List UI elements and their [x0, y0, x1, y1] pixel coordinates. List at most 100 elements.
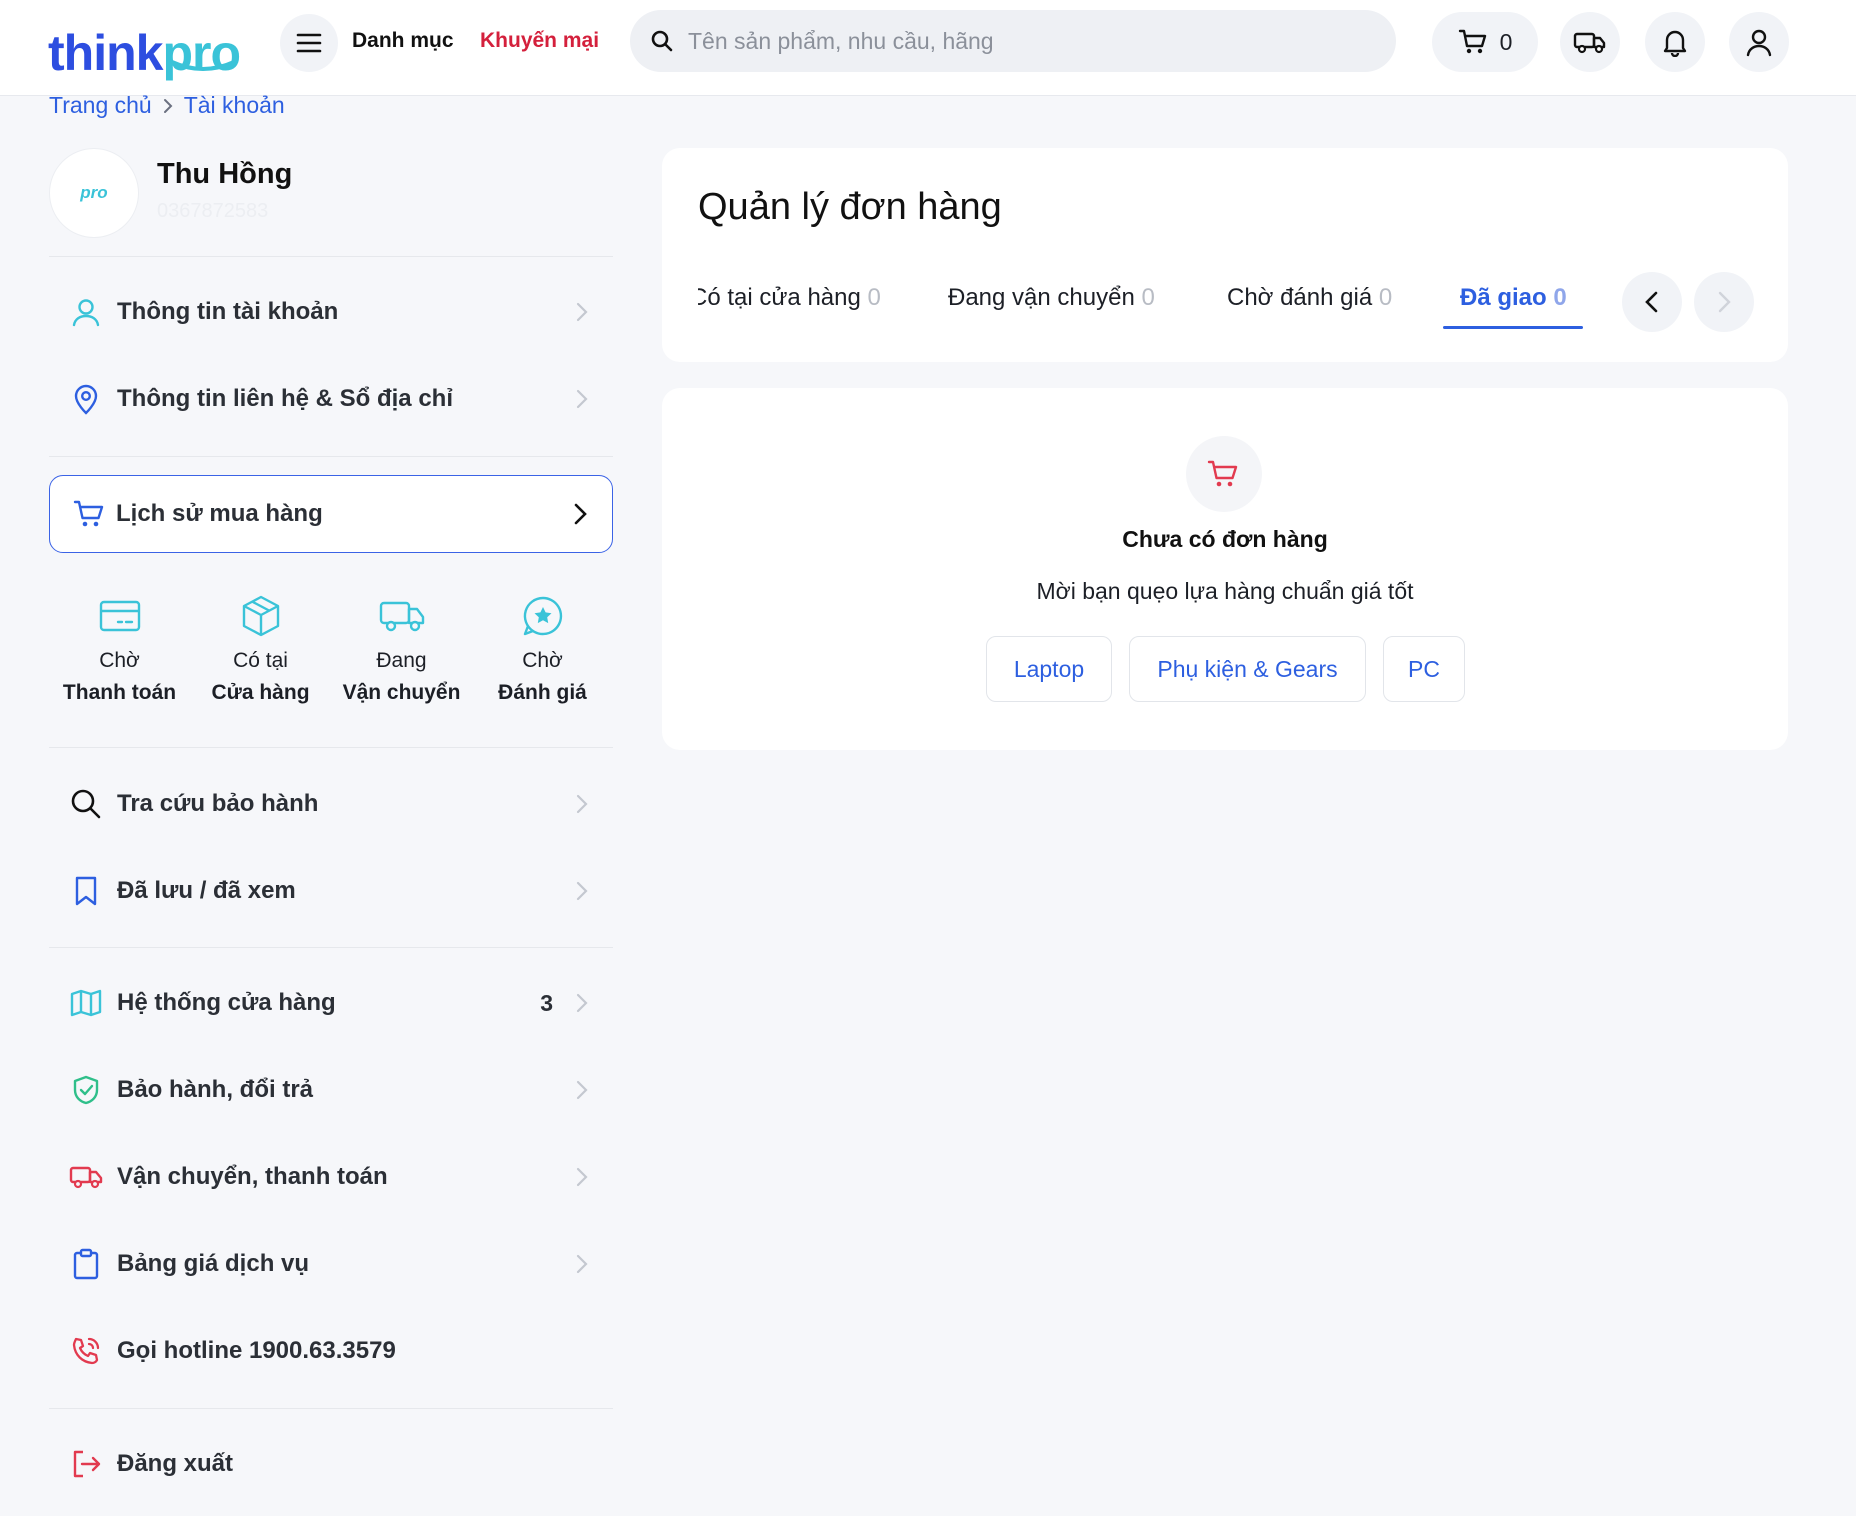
nav-promo-link[interactable]: Khuyến mại [480, 28, 599, 54]
divider [49, 1408, 613, 1409]
status-label-bottom: Cửa hàng [211, 681, 310, 704]
sidebar-item-label: Thông tin liên hệ & Sổ địa chỉ [117, 385, 453, 412]
sidebar-item-account-info[interactable]: Thông tin tài khoản [49, 280, 613, 344]
tab-delivered[interactable]: Đã giao 0 [1460, 284, 1567, 312]
divider [49, 456, 613, 457]
bookmark-icon [69, 874, 103, 908]
sidebar-item-label: Lịch sử mua hàng [116, 500, 323, 527]
tab-label: Đã giao [1460, 284, 1547, 311]
active-tab-indicator [1443, 326, 1583, 329]
sidebar-item-label: Bảo hành, đổi trả [117, 1076, 314, 1103]
order-tracking-button[interactable] [1560, 12, 1620, 72]
sidebar-item-label: Vận chuyển, thanh toán [117, 1163, 388, 1190]
nav-category-link[interactable]: Danh mục [352, 28, 454, 54]
search-input[interactable] [688, 27, 1368, 55]
logo-smile-icon [170, 60, 236, 71]
location-pin-icon [69, 382, 103, 416]
breadcrumb: Trang chủ Tài khoản [49, 92, 285, 119]
sidebar-item-logout[interactable]: Đăng xuất [49, 1432, 613, 1496]
sidebar-item-purchase-history[interactable]: Lịch sử mua hàng [49, 475, 613, 553]
sidebar-item-warranty-return[interactable]: Bảo hành, đổi trả [49, 1058, 613, 1122]
status-label-top: Chờ [522, 649, 563, 672]
tab-scroll-mask [662, 268, 698, 338]
menu-button[interactable] [280, 14, 338, 72]
order-management-card: Quản lý đơn hàng Có tại cửa hàng 0 Đang … [662, 148, 1788, 362]
chevron-left-icon [1645, 291, 1658, 313]
order-status-shortcuts: Chờ Thanh toán Có tại Cửa hàng Đang Vận … [49, 592, 613, 722]
sidebar-item-label: Thông tin tài khoản [117, 298, 339, 325]
chevron-right-icon [1718, 291, 1731, 313]
empty-cart-badge [1186, 436, 1262, 512]
status-shipping[interactable]: Đang Vận chuyển [331, 592, 472, 722]
tab-label: Có tại cửa hàng [690, 284, 861, 311]
sidebar-item-shipping-payment[interactable]: Vận chuyển, thanh toán [49, 1145, 613, 1209]
tab-in-store[interactable]: Có tại cửa hàng 0 [690, 284, 881, 312]
divider [49, 747, 613, 748]
thinkpro-logo[interactable]: think pro [48, 6, 241, 81]
chevron-right-icon [576, 1080, 588, 1100]
sidebar-item-hotline[interactable]: Gọi hotline 1900.63.3579 [49, 1319, 613, 1383]
tab-shipping[interactable]: Đang vận chuyển 0 [948, 284, 1155, 312]
chevron-right-icon [576, 389, 588, 409]
empty-orders-card: Chưa có đơn hàng Mời bạn quẹo lựa hàng c… [662, 388, 1788, 750]
sidebar-item-contact-address[interactable]: Thông tin liên hệ & Sổ địa chỉ [49, 367, 613, 431]
card-icon [98, 592, 142, 640]
tab-count: 0 [1378, 284, 1393, 311]
chip-accessories-gears[interactable]: Phụ kiện & Gears [1129, 636, 1366, 702]
search-icon [651, 30, 673, 52]
tab-count: 0 [867, 284, 881, 311]
chevron-right-icon [163, 98, 173, 113]
tab-label: Đang vận chuyển [948, 284, 1135, 311]
menu-icon [296, 33, 322, 53]
status-label-top: Đang [376, 649, 427, 672]
user-icon [1746, 29, 1772, 57]
tab-count: 0 [1141, 284, 1155, 311]
sidebar-item-label: Gọi hotline 1900.63.3579 [117, 1337, 396, 1364]
sidebar-item-label: Hệ thống cửa hàng [117, 989, 336, 1016]
search-icon [69, 787, 103, 821]
account-button[interactable] [1729, 12, 1789, 72]
chevron-right-icon [576, 993, 588, 1013]
status-label-top: Chờ [99, 649, 140, 672]
sidebar-item-saved-viewed[interactable]: Đã lưu / đã xem [49, 859, 613, 923]
tab-count: 0 [1553, 284, 1567, 311]
chip-laptop[interactable]: Laptop [986, 636, 1112, 702]
cart-icon [1458, 29, 1486, 54]
tabs-prev-button[interactable] [1622, 272, 1682, 332]
chevron-right-icon [576, 302, 588, 322]
tab-awaiting-review[interactable]: Chờ đánh giá 0 [1227, 284, 1392, 312]
sidebar-item-warranty-lookup[interactable]: Tra cứu bảo hành [49, 772, 613, 836]
cart-icon [72, 497, 106, 531]
tabs-next-button[interactable] [1694, 272, 1754, 332]
phone-call-icon [69, 1334, 103, 1368]
store-count-badge: 3 [540, 989, 553, 1016]
sidebar-item-label: Bảng giá dịch vụ [117, 1250, 310, 1277]
breadcrumb-current[interactable]: Tài khoản [184, 92, 285, 119]
chip-pc[interactable]: PC [1383, 636, 1465, 702]
search-bar[interactable] [630, 10, 1396, 72]
chevron-right-icon [576, 1254, 588, 1274]
breadcrumb-home[interactable]: Trang chủ [49, 92, 152, 119]
cart-button[interactable]: 0 [1432, 12, 1538, 72]
truck-icon [378, 592, 426, 640]
cart-count: 0 [1499, 28, 1513, 55]
status-awaiting-review[interactable]: Chờ Đánh giá [472, 592, 613, 722]
sidebar-item-label: Tra cứu bảo hành [117, 790, 319, 817]
empty-state-subtitle: Mời bạn quẹo lựa hàng chuẩn giá tốt [1036, 578, 1414, 604]
notifications-button[interactable] [1645, 12, 1705, 72]
truck-icon [69, 1160, 103, 1194]
shield-check-icon [69, 1073, 103, 1107]
logo-think: think [48, 25, 163, 81]
status-label-top: Có tại [233, 649, 288, 672]
status-in-store[interactable]: Có tại Cửa hàng [190, 592, 331, 722]
status-label-bottom: Đánh giá [498, 681, 587, 704]
chevron-right-icon [576, 794, 588, 814]
sidebar-item-label: Đã lưu / đã xem [117, 877, 296, 904]
top-header: thinkpro Danh mục Khuyến mại 0 [0, 0, 1856, 96]
status-awaiting-payment[interactable]: Chờ Thanh toán [49, 592, 190, 722]
page-title: Quản lý đơn hàng [698, 186, 1002, 228]
sidebar-item-store-system[interactable]: Hệ thống cửa hàng 3 [49, 971, 613, 1035]
sidebar-item-service-price[interactable]: Bảng giá dịch vụ [49, 1232, 613, 1296]
map-icon [69, 986, 103, 1020]
box-icon [240, 592, 282, 640]
